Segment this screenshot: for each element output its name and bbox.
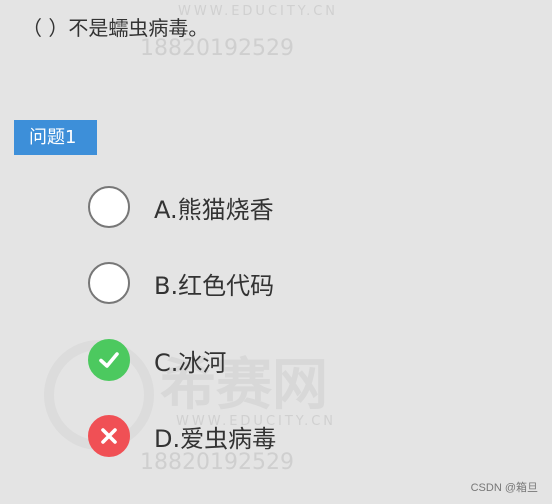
question-number-label: 问题1 [14,120,97,155]
option-a[interactable]: A.熊猫烧香 [88,185,274,229]
cross-icon[interactable] [88,415,130,457]
option-label: C.冰河 [154,348,227,377]
cross-glyph [101,428,117,444]
source-credit: CSDN @箱旦 [470,482,538,494]
radio-unselected-icon[interactable] [88,262,130,304]
option-d[interactable]: D.爱虫病毒 [88,414,276,458]
radio-unselected-icon[interactable] [88,186,130,228]
option-label: A.熊猫烧香 [154,195,274,224]
checkmark-icon[interactable] [88,339,130,381]
checkmark-glyph [99,352,119,368]
option-label: B.红色代码 [154,271,275,300]
option-c[interactable]: C.冰河 [88,338,226,382]
option-b[interactable]: B.红色代码 [88,261,274,305]
question-text: （ ）不是蠕虫病毒。 [22,16,209,40]
option-label: D.爱虫病毒 [154,424,277,453]
